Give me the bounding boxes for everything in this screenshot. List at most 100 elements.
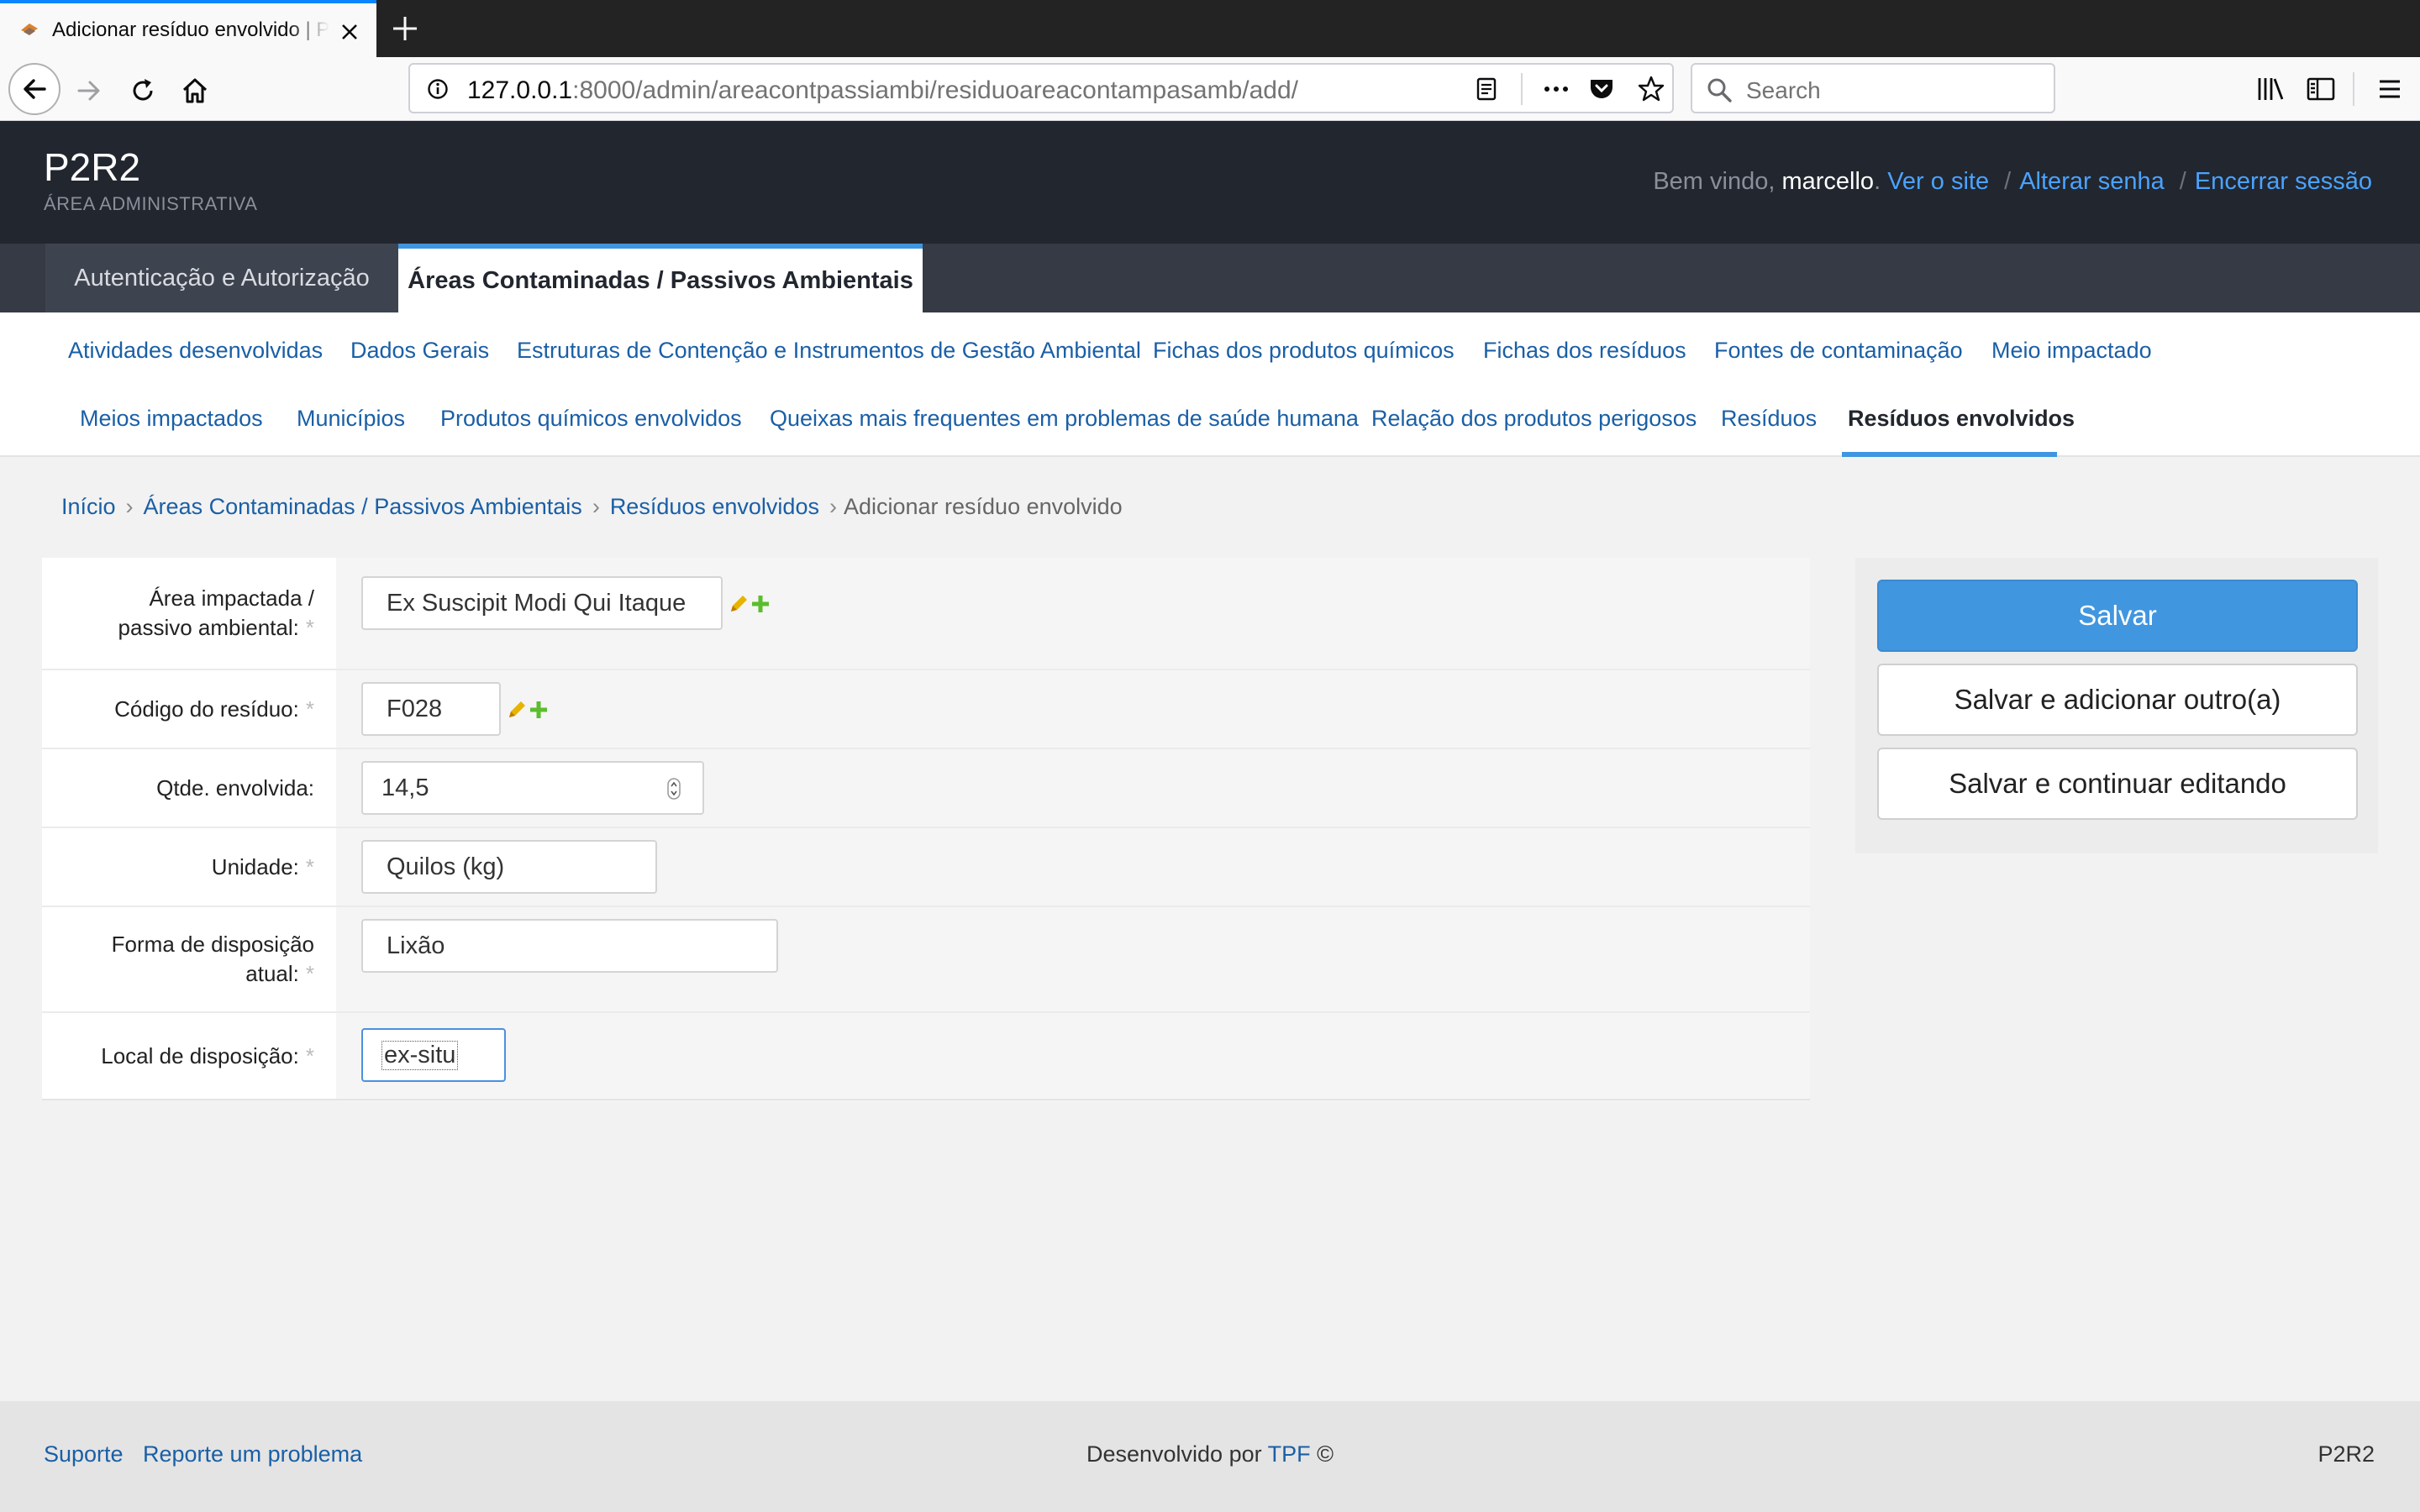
user-tools-separator: / (2004, 168, 2012, 195)
label-line: Forma de disposição (111, 932, 314, 957)
pencil-edit-icon[interactable] (728, 593, 750, 615)
back-button[interactable] (8, 63, 60, 115)
forward-arrow-icon[interactable] (74, 76, 104, 106)
local-disposicao-select[interactable]: ex-situ (361, 1028, 506, 1082)
reader-view-icon[interactable] (1474, 76, 1499, 102)
logout-link[interactable]: Encerrar sessão (2195, 168, 2372, 195)
label-text: Qtde. envolvida: (156, 774, 314, 801)
model-link-residuos-envolvidos[interactable]: Resíduos envolvidos (1848, 406, 2075, 432)
browser-tabstrip: Adicionar resíduo envolvido | P2R2 (0, 0, 2420, 57)
urlbar-divider (1521, 73, 1523, 105)
required-marker: * (305, 1042, 314, 1068)
change-password-link[interactable]: Alterar senha (2019, 168, 2165, 195)
home-icon[interactable] (180, 76, 210, 106)
admin-header: P2R2 ÁREA ADMINISTRATIVA Bem vindo, marc… (0, 121, 2420, 244)
apps-nav: Autenticação e Autorização Áreas Contami… (0, 244, 2420, 312)
field-label: Código do resíduo: * (42, 670, 336, 748)
search-bar[interactable]: Search (1691, 63, 2055, 113)
form-row-unidade: Unidade: * Quilos (kg) (42, 828, 1810, 907)
forma-disposicao-select[interactable]: Lixão (361, 919, 778, 973)
label-line: Área impactada / (149, 585, 314, 611)
required-marker: * (305, 853, 314, 879)
breadcrumb-separator: › (125, 494, 134, 519)
model-link-dados-gerais[interactable]: Dados Gerais (350, 338, 489, 364)
breadcrumb-app[interactable]: Áreas Contaminadas / Passivos Ambientais (144, 494, 582, 519)
model-link-atividades[interactable]: Atividades desenvolvidas (68, 338, 323, 364)
user-tools: Bem vindo, marcello. Ver o site / Alterar… (1653, 168, 2372, 196)
model-link-meios-impactados[interactable]: Meios impactados (80, 406, 263, 432)
sidebar-icon[interactable] (2306, 74, 2336, 104)
plus-add-icon[interactable] (528, 699, 550, 721)
menu-icon[interactable] (2375, 74, 2405, 104)
footer: Suporte Reporte um problema Desenvolvido… (0, 1401, 2420, 1512)
site-name[interactable]: P2R2 (44, 144, 140, 190)
breadcrumb-separator: › (829, 494, 837, 519)
url-bar[interactable]: 127.0.0.1:8000/admin/areacontpassiambi/r… (408, 63, 1674, 113)
save-button[interactable]: Salvar (1877, 580, 2358, 652)
label-text: Local de disposição: (101, 1042, 299, 1068)
developer-link[interactable]: TPF (1268, 1441, 1311, 1467)
model-link-produtos-perigosos[interactable]: Relação dos produtos perigosos (1371, 406, 1697, 432)
save-continue-button[interactable]: Salvar e continuar editando (1877, 748, 2358, 820)
selected-value: ex-situ (381, 1040, 459, 1070)
breadcrumb-separator: › (592, 494, 600, 519)
field-label: Forma de disposição atual: * (42, 907, 336, 1011)
breadcrumb-current: Adicionar resíduo envolvido (843, 494, 1123, 519)
app-tab-areas-contaminadas[interactable]: Áreas Contaminadas / Passivos Ambientais (398, 244, 923, 312)
app-tab-auth[interactable]: Autenticação e Autorização (45, 244, 398, 312)
reload-icon[interactable] (128, 76, 158, 106)
page-actions-icon[interactable] (1541, 76, 1571, 102)
area-impactada-select[interactable]: Ex Suscipit Modi Qui Itaque (361, 576, 723, 630)
model-link-residuos[interactable]: Resíduos (1721, 406, 1817, 432)
save-add-another-button[interactable]: Salvar e adicionar outro(a) (1877, 664, 2358, 736)
user-tools-separator: / (2179, 168, 2186, 195)
close-tab-icon[interactable] (336, 18, 363, 45)
models-nav: Atividades desenvolvidas Dados Gerais Es… (0, 312, 2420, 457)
model-link-municipios[interactable]: Municípios (297, 406, 405, 432)
browser-tab[interactable]: Adicionar resíduo envolvido | P2R2 (0, 0, 376, 57)
site-subtitle: ÁREA ADMINISTRATIVA (44, 193, 258, 214)
model-link-fichas-produtos[interactable]: Fichas dos produtos químicos (1153, 338, 1455, 364)
info-icon[interactable] (427, 78, 449, 100)
url-text: 127.0.0.1:8000/admin/areacontpassiambi/r… (467, 76, 1298, 105)
browser-toolbar: 127.0.0.1:8000/admin/areacontpassiambi/r… (0, 57, 2420, 121)
model-link-produtos-quimicos[interactable]: Produtos químicos envolvidos (440, 406, 742, 432)
form-row-area-impactada: Área impactada / passivo ambiental: * Ex … (42, 558, 1810, 670)
active-model-indicator (1842, 452, 2057, 457)
form-row-forma-disposicao: Forma de disposição atual: * Lixão (42, 907, 1810, 1013)
developed-by-text: Desenvolvido por (1086, 1441, 1262, 1467)
form-row-local-disposicao: Local de disposição: * ex-situ (42, 1013, 1810, 1099)
site-favicon-icon (21, 24, 38, 35)
required-marker: * (305, 696, 314, 722)
number-spinner-icon[interactable] (667, 778, 681, 800)
search-placeholder: Search (1746, 77, 1821, 103)
username-period: . (1874, 168, 1881, 195)
breadcrumb-home[interactable]: Início (61, 494, 116, 519)
model-link-fichas-residuos[interactable]: Fichas dos resíduos (1483, 338, 1686, 364)
codigo-residuo-select[interactable]: F028 (361, 682, 501, 736)
library-icon[interactable] (2255, 74, 2286, 104)
form-row-codigo-residuo: Código do resíduo: * F028 (42, 670, 1810, 749)
model-link-estruturas[interactable]: Estruturas de Contenção e Instrumentos d… (517, 338, 1141, 364)
unidade-select[interactable]: Quilos (kg) (361, 840, 657, 894)
pencil-edit-icon[interactable] (506, 699, 528, 721)
breadcrumb-model[interactable]: Resíduos envolvidos (610, 494, 819, 519)
model-link-fontes[interactable]: Fontes de contaminação (1714, 338, 1963, 364)
new-tab-icon[interactable] (388, 12, 422, 45)
qtde-number-input[interactable]: 14,5 (361, 761, 704, 815)
welcome-text: Bem vindo, (1653, 168, 1776, 195)
field-label: Qtde. envolvida: (42, 749, 336, 827)
view-site-link[interactable]: Ver o site (1887, 168, 1989, 195)
bookmark-star-icon[interactable] (1637, 75, 1665, 103)
model-link-queixas[interactable]: Queixas mais frequentes em problemas de … (770, 406, 1359, 432)
plus-add-icon[interactable] (750, 593, 771, 615)
field-label: Unidade: * (42, 828, 336, 906)
pocket-icon[interactable] (1588, 76, 1615, 102)
label-line: atual: (245, 961, 299, 986)
footer-credits: Desenvolvido por TPF © (0, 1441, 2420, 1467)
tab-title: Adicionar resíduo envolvido | P2R2 (52, 18, 329, 41)
model-link-meio-impactado[interactable]: Meio impactado (1991, 338, 2152, 364)
label-text: Código do resíduo: (114, 696, 299, 722)
back-arrow-icon (24, 79, 46, 99)
breadcrumb: Início › Áreas Contaminadas / Passivos Amb… (61, 494, 1123, 520)
